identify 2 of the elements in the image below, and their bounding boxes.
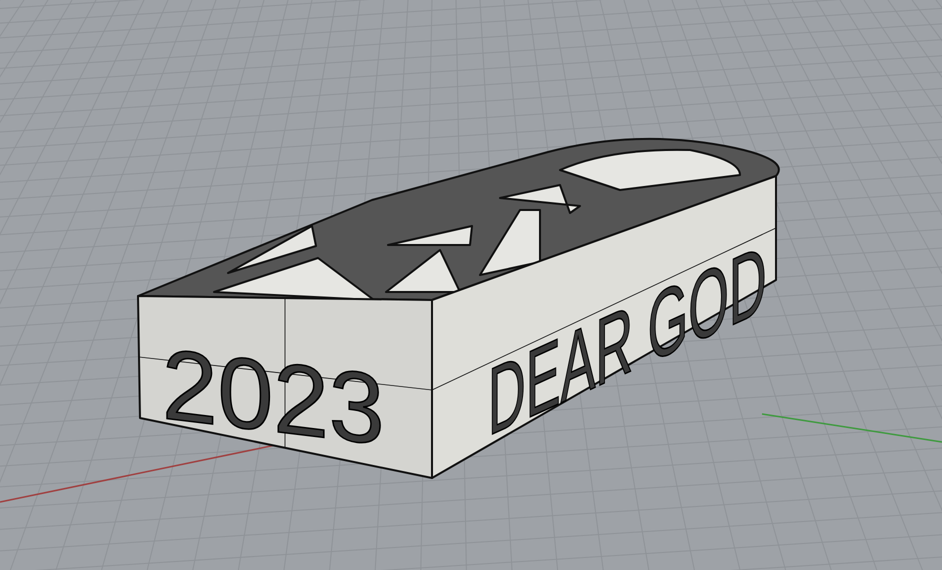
engraved-text: DEAR GOD <box>488 223 767 457</box>
engraved-text: 2023 <box>162 328 384 467</box>
